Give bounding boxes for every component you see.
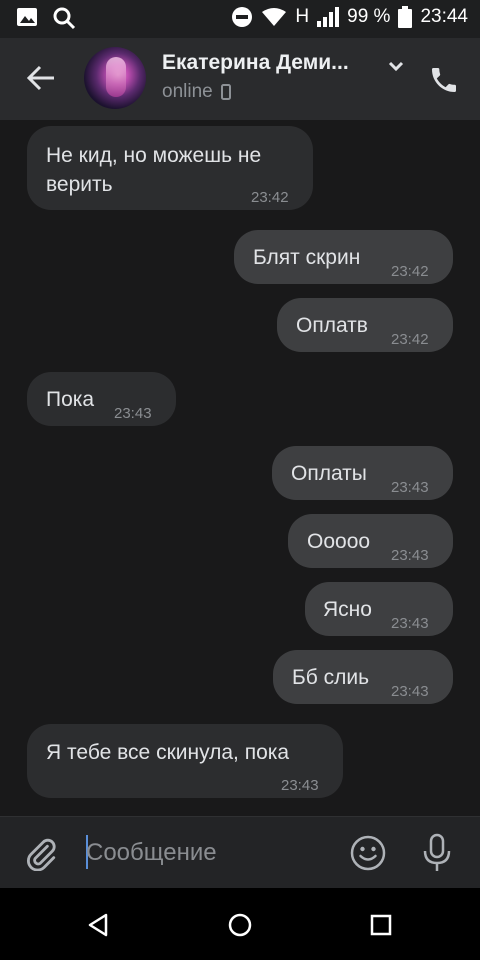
presence-label: online [162, 81, 213, 102]
back-arrow-icon[interactable] [26, 62, 58, 94]
message-composer: Сообщение [0, 816, 480, 888]
paperclip-icon[interactable] [24, 837, 58, 871]
nav-recents-icon[interactable] [366, 910, 396, 940]
mobile-device-icon [220, 84, 231, 100]
message-time: 23:42 [251, 189, 289, 206]
contact-name[interactable]: Екатерина Деми... [162, 51, 376, 75]
message-text: Оплатв [296, 314, 368, 337]
signal-icon [317, 7, 340, 27]
message-outgoing[interactable]: Блят скрин 23:42 [234, 230, 453, 284]
dnd-icon [232, 7, 253, 27]
image-icon [17, 8, 37, 26]
message-time: 23:43 [391, 683, 429, 700]
system-nav-bar [0, 888, 480, 960]
message-outgoing[interactable]: Бб слиь 23:43 [273, 650, 453, 704]
message-text: Ясно [323, 598, 372, 621]
search-icon [53, 7, 76, 30]
message-incoming[interactable]: Не кид, но можешь не верить 23:42 [27, 126, 313, 210]
message-outgoing[interactable]: Ясно 23:43 [305, 582, 453, 636]
battery-percent: 99 % [347, 6, 391, 27]
emoji-icon[interactable] [350, 835, 386, 871]
avatar[interactable] [84, 47, 146, 109]
presence-status: online [162, 81, 231, 103]
message-time: 23:43 [281, 777, 319, 794]
battery-icon [398, 6, 413, 28]
chat-header: Екатерина Деми... online [0, 38, 480, 120]
status-bar: H 99 % 23:44 [0, 0, 480, 38]
phone-icon[interactable] [428, 64, 460, 96]
microphone-icon[interactable] [420, 833, 454, 873]
message-time: 23:43 [114, 405, 152, 422]
message-input[interactable]: Сообщение [86, 833, 336, 873]
message-text: Оплаты [291, 462, 367, 485]
message-time: 23:42 [391, 331, 429, 348]
message-text: Бб слиь [292, 666, 370, 689]
network-type: H [295, 6, 310, 27]
message-time: 23:43 [391, 615, 429, 632]
message-outgoing[interactable]: Оплатв 23:42 [277, 298, 453, 352]
nav-back-icon[interactable] [84, 910, 114, 940]
message-time: 23:43 [391, 479, 429, 496]
message-outgoing[interactable]: Оплаты 23:43 [272, 446, 453, 500]
message-text: Ооооо [307, 530, 371, 553]
message-text: Не кид, но можешь не [46, 144, 262, 167]
message-text: Я тебе все скинула, пока [46, 741, 290, 764]
message-incoming[interactable]: Я тебе все скинула, пока 23:43 [27, 724, 343, 798]
message-text: Блят скрин [253, 246, 361, 269]
message-list[interactable]: Не кид, но можешь не верить 23:42 Блят с… [0, 120, 480, 816]
clock: 23:44 [420, 6, 468, 27]
wifi-icon [262, 8, 287, 26]
message-time: 23:42 [391, 263, 429, 280]
chevron-down-icon[interactable] [386, 56, 406, 76]
nav-home-icon[interactable] [225, 910, 255, 940]
message-outgoing[interactable]: Ооооо 23:43 [288, 514, 453, 568]
message-incoming[interactable]: Пока 23:43 [27, 372, 176, 426]
message-text: верить [46, 173, 113, 196]
message-time: 23:43 [391, 547, 429, 564]
message-text: Пока [46, 388, 95, 411]
